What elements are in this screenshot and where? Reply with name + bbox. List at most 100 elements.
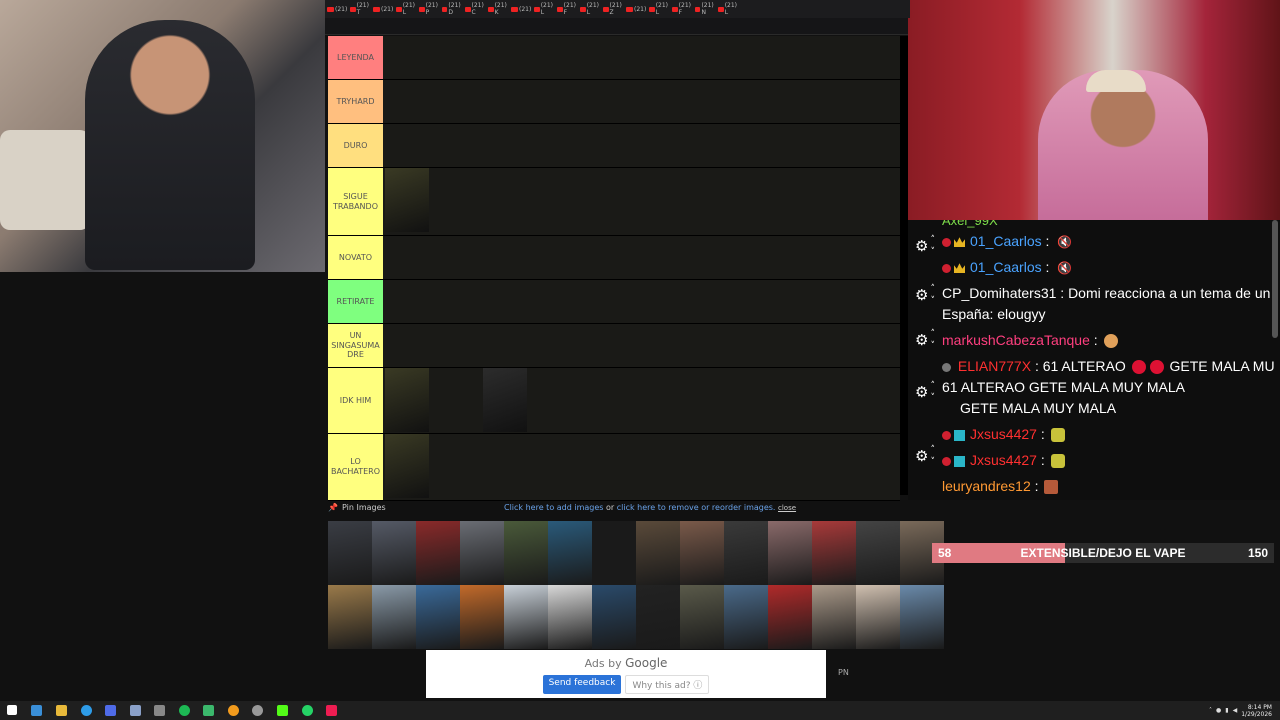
reorder-arrows[interactable]: ˄ ˅ — [930, 328, 935, 352]
gallery-thumbnail[interactable] — [372, 585, 416, 649]
chat-username[interactable]: 01_Caarlos — [970, 233, 1042, 249]
tier-label[interactable]: SIGUE TRABANDO — [328, 168, 383, 235]
gallery-thumbnail[interactable] — [812, 521, 856, 585]
browser-tab[interactable]: (21) K — [488, 2, 509, 16]
chat-username[interactable]: Jxsus4427 — [970, 426, 1037, 442]
tier-items[interactable] — [383, 368, 900, 433]
tier-items[interactable] — [383, 324, 900, 367]
gallery-thumbnail[interactable] — [460, 521, 504, 585]
gallery-thumbnail[interactable] — [856, 585, 900, 649]
browser-tab[interactable]: (21) D — [442, 2, 463, 16]
chat-username[interactable]: CP_Domihaters31 — [942, 285, 1056, 301]
microphone-icon[interactable]: ● — [1216, 707, 1221, 714]
tier-label[interactable]: UN SINGASUMA DRE — [328, 324, 383, 367]
tier-image[interactable] — [483, 368, 527, 432]
gear-icon[interactable]: ⚙ — [915, 448, 928, 464]
gallery-thumbnail[interactable] — [328, 521, 372, 585]
gallery-thumbnail[interactable] — [372, 521, 416, 585]
browser-orange-icon[interactable] — [228, 705, 239, 716]
chat-username[interactable]: ELIAN777X — [958, 358, 1031, 374]
tier-image[interactable] — [385, 434, 429, 498]
gallery-thumbnail[interactable] — [856, 521, 900, 585]
gallery-thumbnail[interactable] — [592, 585, 636, 649]
browser-tab[interactable]: (21) L — [718, 2, 739, 16]
volume-icon[interactable]: ◀ — [1233, 707, 1238, 714]
chevron-down-icon[interactable]: ˅ — [930, 456, 935, 468]
gear-icon[interactable]: ⚙ — [915, 238, 928, 254]
tier-items[interactable] — [383, 124, 900, 167]
gear-icon[interactable]: ⚙ — [915, 332, 928, 348]
gallery-thumbnail[interactable] — [768, 585, 812, 649]
browser-tab[interactable]: (21) P — [419, 2, 440, 16]
gallery-thumbnail[interactable] — [680, 585, 724, 649]
tier-label[interactable]: LEYENDA — [328, 36, 383, 79]
browser-tab[interactable]: (21) T — [350, 2, 371, 16]
chevron-up-icon[interactable]: ˄ — [930, 444, 935, 456]
chevron-up-icon[interactable]: ˄ — [930, 328, 935, 340]
gallery-thumbnail[interactable] — [504, 585, 548, 649]
gallery-thumbnail[interactable] — [636, 521, 680, 585]
chevron-up-icon[interactable]: ˄ — [930, 234, 935, 246]
gallery-thumbnail[interactable] — [460, 585, 504, 649]
tier-items[interactable] — [383, 280, 900, 323]
gallery-thumbnail[interactable] — [328, 585, 372, 649]
browser-tab[interactable]: (21) L — [649, 2, 670, 16]
chat-username[interactable]: leuryandres12 — [942, 478, 1031, 494]
gallery-thumbnail[interactable] — [680, 521, 724, 585]
browser-address-bar[interactable] — [325, 18, 908, 35]
kick-icon[interactable] — [277, 705, 288, 716]
tier-items[interactable] — [383, 236, 900, 279]
gallery-thumbnail[interactable] — [548, 521, 592, 585]
reorder-arrows[interactable]: ˄ ˅ — [930, 444, 935, 468]
browser-tab[interactable]: (21) L — [396, 2, 417, 16]
browser-tab[interactable]: (21) N — [695, 2, 716, 16]
chat-username[interactable]: Jxsus4427 — [970, 452, 1037, 468]
browser-tab[interactable]: (21) — [327, 3, 348, 15]
add-images-link[interactable]: Click here to add images — [504, 503, 603, 512]
tier-items[interactable] — [383, 434, 900, 500]
chevron-up-icon[interactable]: ˄ — [1209, 707, 1212, 714]
whatsapp-icon[interactable] — [302, 705, 313, 716]
clock[interactable]: 8:14 PM 1/29/2026 — [1241, 704, 1272, 718]
chevron-down-icon[interactable]: ˅ — [930, 340, 935, 352]
tier-items[interactable] — [383, 36, 900, 79]
reorder-arrows[interactable]: ˄ ˅ — [930, 283, 935, 307]
gallery-thumbnail[interactable] — [812, 585, 856, 649]
browser-tab[interactable]: (21) C — [465, 2, 486, 16]
tiktok-icon[interactable] — [326, 705, 337, 716]
gear-icon[interactable]: ⚙ — [915, 384, 928, 400]
tier-items[interactable] — [383, 80, 900, 123]
gallery-thumbnail[interactable] — [636, 585, 680, 649]
browser-tab[interactable]: (21) — [373, 3, 394, 15]
network-icon[interactable]: ▮ — [1225, 707, 1228, 714]
tier-label[interactable]: LO BACHATERO — [328, 434, 383, 500]
gallery-thumbnail[interactable] — [724, 521, 768, 585]
tier-label[interactable]: TRYHARD — [328, 80, 383, 123]
file-explorer-icon[interactable] — [56, 705, 67, 716]
chrome-icon[interactable] — [81, 705, 92, 716]
reorder-arrows[interactable]: ˄ ˅ — [930, 380, 935, 404]
chat-scrollbar[interactable] — [1272, 220, 1278, 338]
chevron-down-icon[interactable]: ˅ — [930, 246, 935, 258]
gear-icon[interactable]: ⚙ — [915, 287, 928, 303]
tier-label[interactable]: RETIRATE — [328, 280, 383, 323]
tier-label[interactable]: NOVATO — [328, 236, 383, 279]
gallery-thumbnail[interactable] — [548, 585, 592, 649]
browser-tab[interactable]: (21) F — [672, 2, 693, 16]
browser-tab[interactable]: (21) Z — [603, 2, 624, 16]
spotify-icon[interactable] — [179, 705, 190, 716]
gallery-thumbnail[interactable] — [900, 585, 944, 649]
tier-items[interactable] — [383, 168, 900, 235]
chevron-down-icon[interactable]: ˅ — [930, 295, 935, 307]
gallery-thumbnail[interactable] — [724, 585, 768, 649]
app-icon[interactable] — [105, 705, 116, 716]
browser-tab[interactable]: (21) L — [580, 2, 601, 16]
browser-tab[interactable]: (21) F — [557, 2, 578, 16]
browser-tab[interactable]: (21) L — [534, 2, 555, 16]
tier-label[interactable]: IDK HIM — [328, 368, 383, 433]
tier-image[interactable] — [385, 168, 429, 232]
obs-icon[interactable] — [252, 705, 263, 716]
gallery-thumbnail[interactable] — [768, 521, 812, 585]
tier-label[interactable]: DURO — [328, 124, 383, 167]
send-feedback-button[interactable]: Send feedback — [542, 675, 622, 694]
